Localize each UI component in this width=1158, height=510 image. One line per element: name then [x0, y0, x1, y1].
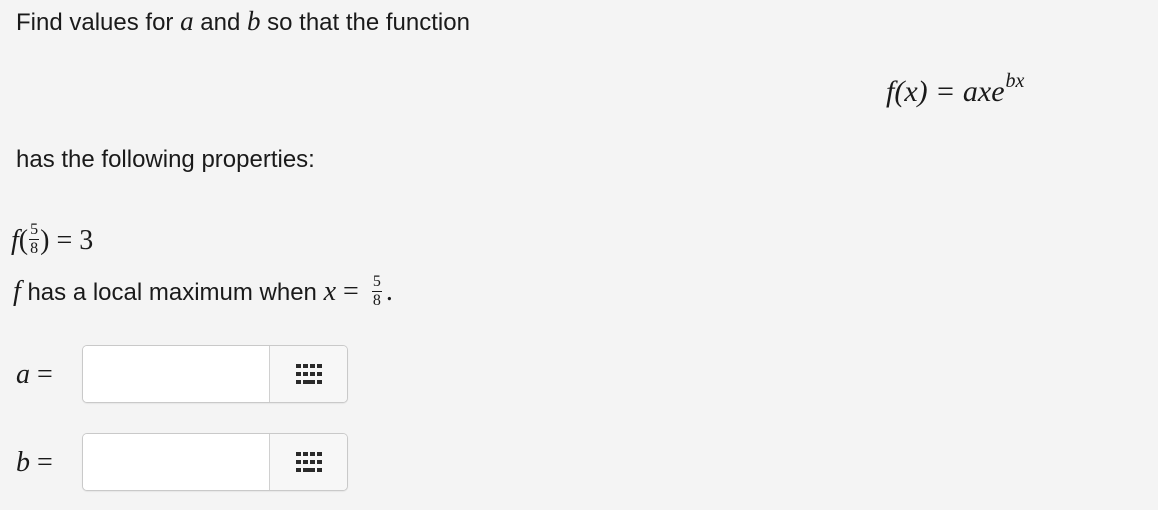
prop1-fraction: 58 [29, 221, 40, 258]
prop2-denominator: 8 [372, 292, 381, 310]
answer-a-label: a = [16, 356, 53, 393]
answer-a-var: a [16, 359, 30, 390]
prop2-var: x [323, 276, 337, 307]
prop1-func: f [11, 225, 19, 256]
answer-b-equals: = [30, 447, 53, 478]
prop2-func: f [13, 276, 21, 307]
prop1-numerator: 5 [29, 221, 40, 241]
property-value-condition: f(5 8) = 3 [11, 220, 93, 261]
answer-a-palette-button[interactable] [269, 346, 347, 402]
answer-a-equals: = [30, 359, 53, 390]
answer-a-box [82, 345, 348, 403]
answer-a-input[interactable] [83, 346, 269, 402]
prop1-denominator: 8 [30, 240, 39, 258]
variable-a: a [180, 6, 194, 36]
formula-base: axe [962, 75, 1005, 108]
keypad-grid-icon [295, 364, 322, 384]
property-maximum-condition: f has a local maximum when x = 58. [13, 272, 393, 313]
keypad-grid-icon [295, 452, 322, 472]
intro-suffix: so that the function [260, 9, 470, 36]
prop2-text: has a local maximum when [20, 279, 324, 306]
prop2-fraction: 58 [371, 273, 382, 310]
answer-b-input[interactable] [83, 434, 269, 490]
answer-b-label: b = [16, 444, 53, 481]
intro-and: and [193, 9, 247, 36]
formula-lhs: f(x) = [886, 75, 963, 108]
prop1-rhs: = 3 [49, 225, 94, 256]
formula-exponent: bx [1005, 70, 1025, 92]
answer-b-var: b [16, 447, 30, 478]
properties-heading: has the following properties: [16, 146, 315, 173]
answer-b-box [82, 433, 348, 491]
question-intro: Find values for a and b so that the func… [16, 6, 470, 38]
prop2-numerator: 5 [371, 273, 382, 293]
prop2-eq: = [336, 276, 366, 307]
answer-b-palette-button[interactable] [269, 434, 347, 490]
intro-prefix: Find values for [16, 9, 181, 36]
variable-b: b [246, 6, 261, 36]
prop1-open-paren: ( [18, 225, 29, 256]
function-formula: f(x) = axebx [886, 70, 1025, 115]
prop2-period: . [385, 276, 393, 307]
